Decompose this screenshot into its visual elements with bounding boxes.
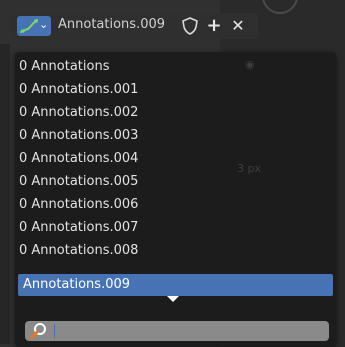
- plus-icon[interactable]: +: [204, 15, 224, 37]
- background-sidebar-strip: [0, 44, 10, 344]
- list-item-selected[interactable]: Annotations.009: [18, 274, 333, 296]
- shield-icon[interactable]: [180, 16, 200, 36]
- x-icon[interactable]: ✕: [228, 15, 248, 37]
- list-item[interactable]: 0 Annotations.004: [19, 148, 333, 170]
- scroll-more-arrow-icon[interactable]: [167, 296, 179, 302]
- list-item[interactable]: 0 Annotations.006: [19, 194, 333, 216]
- magnifier-icon: [29, 323, 46, 340]
- list-item[interactable]: 0 Annotations.001: [19, 79, 333, 101]
- datablock-name-field[interactable]: Annotations.009: [58, 17, 165, 32]
- annotation-type-button[interactable]: ⌄: [17, 16, 51, 36]
- chevron-down-icon: ⌄: [39, 18, 49, 31]
- annotation-dropdown-menu: ◉ 3 px 0 Annotations 0 Annotations.001 0…: [15, 52, 336, 346]
- annotation-datablock-selector: ⌄ Annotations.009 + ✕: [12, 13, 258, 39]
- list-item[interactable]: 0 Annotations.003: [19, 125, 333, 147]
- search-input[interactable]: [25, 321, 329, 341]
- list-item[interactable]: 0 Annotations: [19, 56, 333, 78]
- text-caret: [54, 324, 55, 338]
- list-item[interactable]: 0 Annotations.007: [19, 217, 333, 239]
- annotate-grease-pencil-icon: [20, 19, 38, 33]
- list-item[interactable]: 0 Annotations.008: [19, 240, 333, 262]
- list-item[interactable]: 0 Annotations.005: [19, 171, 333, 193]
- list-item[interactable]: 0 Annotations.002: [19, 102, 333, 124]
